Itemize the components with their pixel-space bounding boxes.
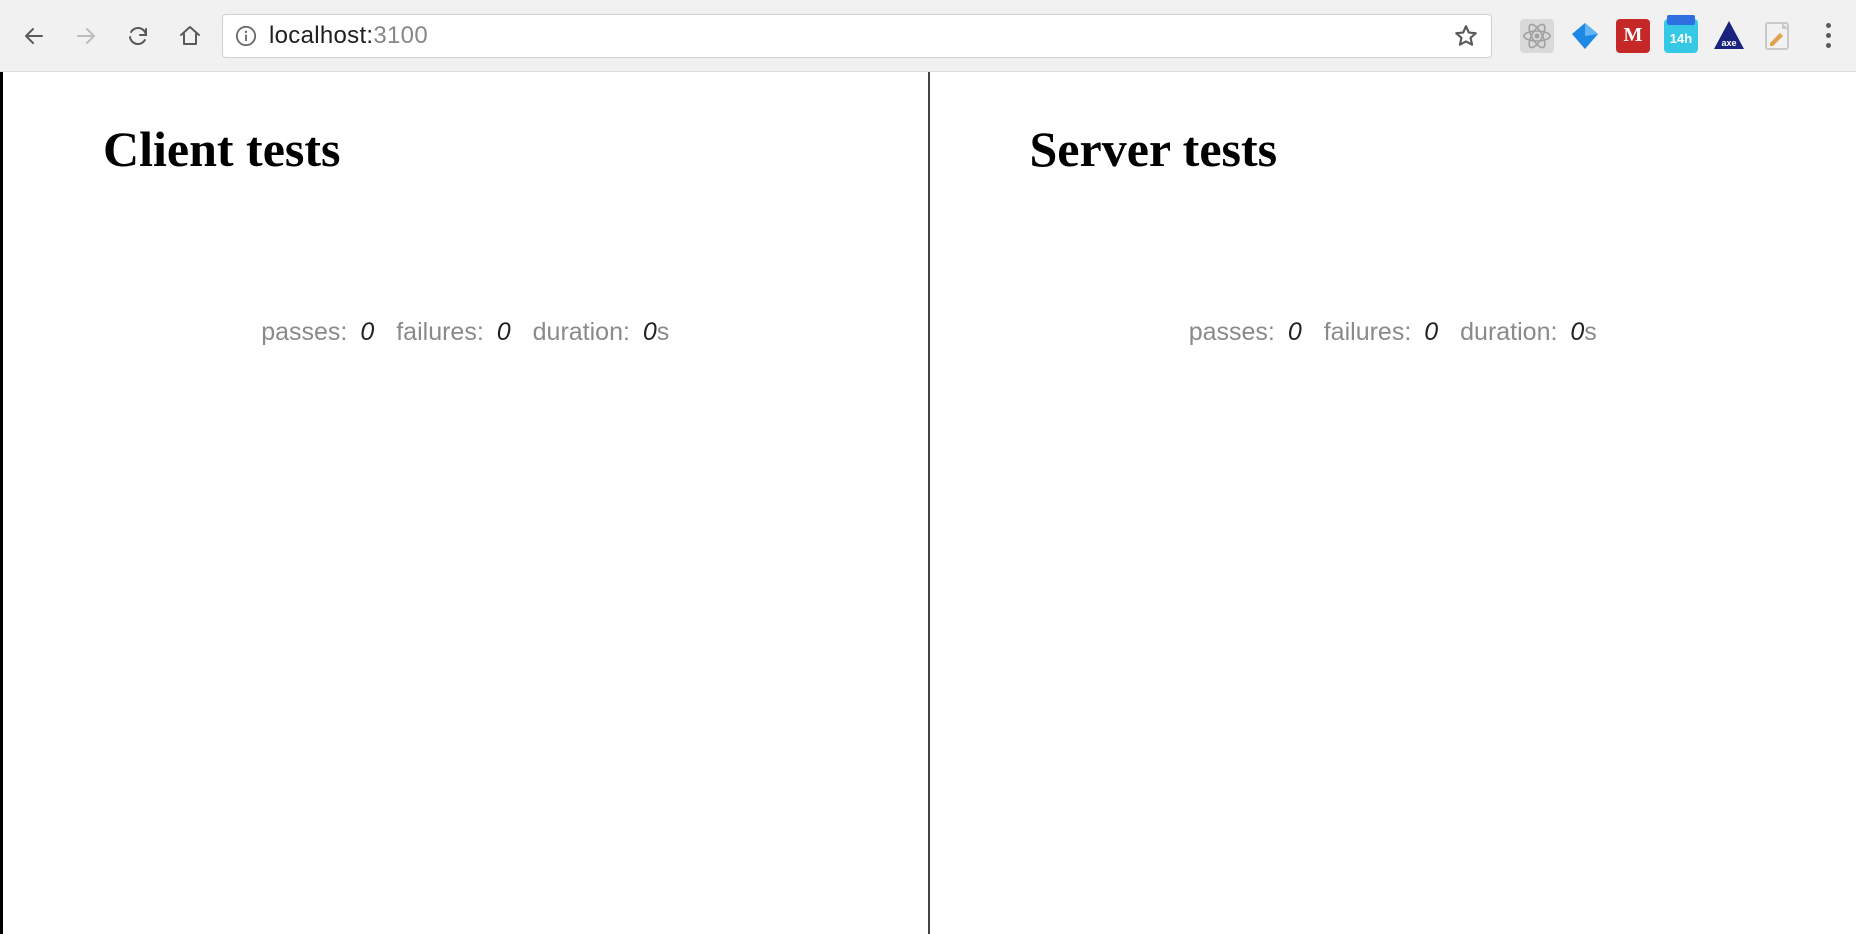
axe-icon: axe bbox=[1712, 19, 1746, 53]
failures-label: failures: bbox=[1324, 318, 1412, 346]
timer-bar-icon bbox=[1667, 15, 1695, 25]
menu-dot-icon bbox=[1826, 43, 1831, 48]
site-info-icon[interactable] bbox=[235, 25, 257, 47]
arrow-right-icon bbox=[74, 24, 98, 48]
passes-value: 0 bbox=[1288, 318, 1302, 346]
extension-mendeley-label: M bbox=[1624, 24, 1643, 47]
extension-timer-label: 14h bbox=[1670, 32, 1692, 45]
duration-value: 0 bbox=[643, 318, 657, 346]
nav-buttons bbox=[20, 22, 204, 50]
passes-label: passes: bbox=[1189, 318, 1275, 346]
extension-timer[interactable]: 14h bbox=[1664, 19, 1698, 53]
reload-icon bbox=[126, 24, 150, 48]
extensions-area: M 14h axe bbox=[1510, 19, 1842, 53]
server-tests-stats: passes: 0 failures: 0 duration: 0s bbox=[930, 318, 1856, 347]
client-tests-title: Client tests bbox=[103, 120, 928, 178]
server-failures: failures: 0 bbox=[1324, 318, 1438, 347]
star-icon bbox=[1453, 23, 1479, 49]
extension-note[interactable] bbox=[1760, 19, 1794, 53]
extension-axe[interactable]: axe bbox=[1712, 19, 1746, 53]
extension-react-devtools[interactable] bbox=[1520, 19, 1554, 53]
home-icon bbox=[178, 24, 202, 48]
failures-label: failures: bbox=[396, 318, 484, 346]
react-icon bbox=[1520, 19, 1554, 53]
forward-button[interactable] bbox=[72, 22, 100, 50]
browser-menu-button[interactable] bbox=[1814, 20, 1842, 52]
server-tests-title: Server tests bbox=[1030, 120, 1856, 178]
url-port: 3100 bbox=[373, 22, 428, 49]
extension-mendeley[interactable]: M bbox=[1616, 19, 1650, 53]
client-tests-panel: Client tests passes: 0 failures: 0 durat… bbox=[3, 72, 930, 934]
duration-unit: s bbox=[1584, 318, 1597, 346]
menu-dot-icon bbox=[1826, 33, 1831, 38]
duration-label: duration: bbox=[533, 318, 630, 346]
duration-label: duration: bbox=[1460, 318, 1557, 346]
browser-toolbar: localhost:3100 M 14h bbox=[0, 0, 1856, 72]
svg-text:axe: axe bbox=[1721, 38, 1736, 48]
address-bar[interactable]: localhost:3100 bbox=[222, 14, 1492, 58]
server-duration: duration: 0s bbox=[1460, 318, 1597, 347]
back-button[interactable] bbox=[20, 22, 48, 50]
home-button[interactable] bbox=[176, 22, 204, 50]
client-duration: duration: 0s bbox=[533, 318, 670, 347]
passes-label: passes: bbox=[261, 318, 347, 346]
client-tests-stats: passes: 0 failures: 0 duration: 0s bbox=[3, 318, 928, 347]
reload-button[interactable] bbox=[124, 22, 152, 50]
client-passes: passes: 0 bbox=[261, 318, 374, 347]
failures-value: 0 bbox=[497, 318, 511, 346]
client-failures: failures: 0 bbox=[396, 318, 510, 347]
url-host: localhost: bbox=[269, 22, 373, 49]
page-content: Client tests passes: 0 failures: 0 durat… bbox=[0, 72, 1856, 934]
duration-unit: s bbox=[657, 318, 670, 346]
server-tests-panel: Server tests passes: 0 failures: 0 durat… bbox=[930, 72, 1856, 934]
diamond-icon bbox=[1568, 19, 1602, 53]
menu-dot-icon bbox=[1826, 23, 1831, 28]
server-passes: passes: 0 bbox=[1189, 318, 1302, 347]
url-text: localhost:3100 bbox=[269, 22, 1441, 50]
passes-value: 0 bbox=[360, 318, 374, 346]
note-icon bbox=[1760, 19, 1794, 53]
extension-diamond[interactable] bbox=[1568, 19, 1602, 53]
failures-value: 0 bbox=[1424, 318, 1438, 346]
bookmark-button[interactable] bbox=[1453, 23, 1479, 49]
arrow-left-icon bbox=[22, 24, 46, 48]
duration-value: 0 bbox=[1570, 318, 1584, 346]
